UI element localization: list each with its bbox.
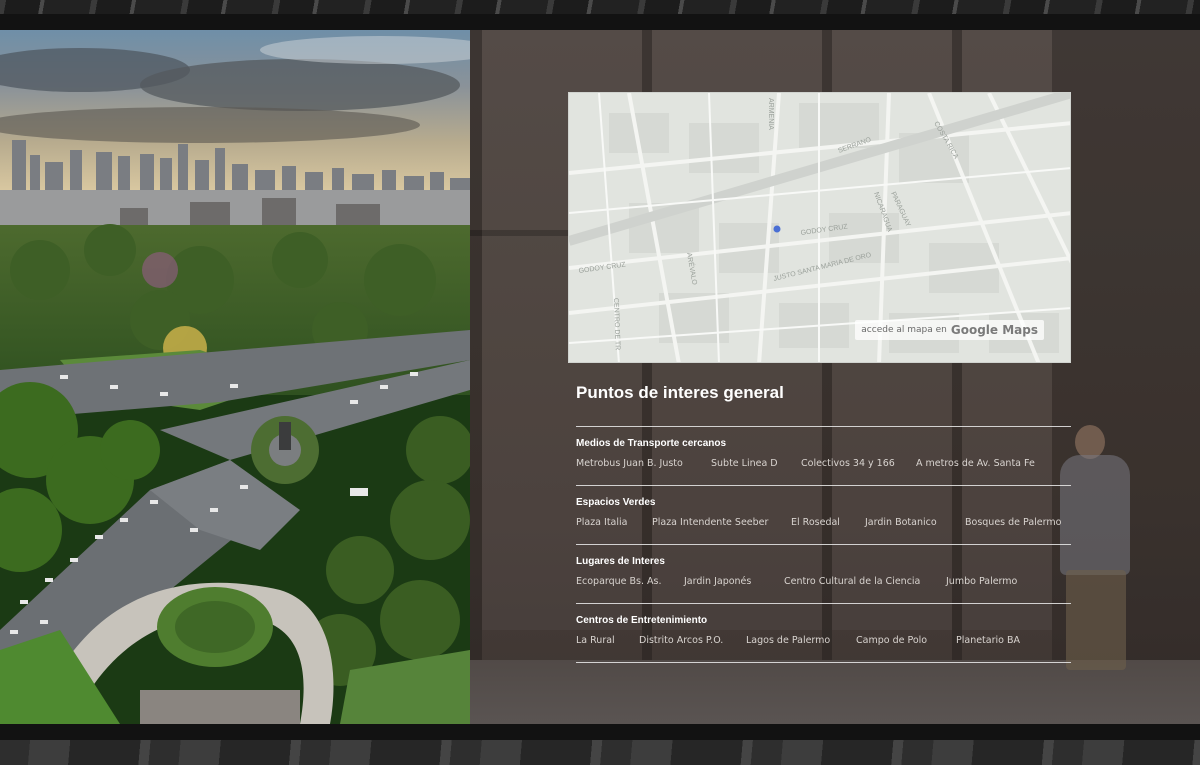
- top-background-strip: [0, 0, 1200, 14]
- category-heading: Espacios Verdes: [576, 497, 656, 508]
- aerial-city-photo: [0, 30, 470, 724]
- category-item: Bosques de Palermo: [965, 517, 1062, 528]
- category-green-spaces: Espacios Verdes Plaza Italia Plaza Inten…: [576, 485, 1071, 528]
- section-divider: [576, 662, 1071, 663]
- location-pin-icon: [773, 225, 781, 233]
- category-item: Distrito Arcos P.O.: [639, 635, 724, 646]
- category-heading: Centros de Entretenimiento: [576, 615, 708, 626]
- category-entertainment: Centros de Entretenimiento La Rural Dist…: [576, 603, 1071, 646]
- window-mullion: [470, 30, 482, 660]
- category-item: Plaza Intendente Seeber: [652, 517, 769, 528]
- category-transport: Medios de Transporte cercanos Metrobus J…: [576, 426, 1071, 469]
- google-maps-brand: Google Maps: [950, 323, 1038, 337]
- map-street-label: ARÉVALO: [685, 252, 700, 286]
- map-street-label: ARMENIA: [767, 98, 774, 130]
- category-item: Jumbo Palermo: [946, 576, 1018, 587]
- category-item: Lagos de Palermo: [746, 635, 831, 646]
- person-silhouette: [1066, 570, 1126, 670]
- category-item: Centro Cultural de la Ciencia: [784, 576, 921, 587]
- location-map[interactable]: GODOY CRUZ GODOY CRUZ JUSTO SANTA MARIA …: [568, 92, 1071, 363]
- person-silhouette: [1075, 425, 1105, 459]
- bottom-background-strip: [0, 740, 1200, 765]
- category-item: Jardin Japonés: [684, 576, 752, 587]
- map-street-label: CENTRO DE TR: [612, 298, 621, 351]
- category-item: Plaza Italia: [576, 517, 628, 528]
- category-item: Metrobus Juan B. Justo: [576, 458, 683, 469]
- category-item: Campo de Polo: [856, 635, 928, 646]
- category-item: Planetario BA: [956, 635, 1020, 646]
- category-places-of-interest: Lugares de Interes Ecoparque Bs. As. Jar…: [576, 544, 1071, 587]
- map-link-prefix: accede al mapa en: [861, 325, 947, 335]
- category-heading: Medios de Transporte cercanos: [576, 438, 727, 449]
- category-item: Colectivos 34 y 166: [801, 458, 895, 469]
- category-item: La Rural: [576, 635, 615, 646]
- category-heading: Lugares de Interes: [576, 556, 665, 567]
- category-item: Subte Linea D: [711, 458, 778, 469]
- section-title: Puntos de interes general: [576, 383, 784, 402]
- category-item: El Rosedal: [791, 517, 840, 528]
- category-item: Jardin Botanico: [865, 517, 937, 528]
- google-maps-link[interactable]: accede al mapa en Google Maps: [855, 320, 1044, 340]
- category-item: A metros de Av. Santa Fe: [916, 458, 1035, 469]
- category-item: Ecoparque Bs. As.: [576, 576, 662, 587]
- map-street-label: JUSTO SANTA MARIA DE ORO: [773, 252, 873, 283]
